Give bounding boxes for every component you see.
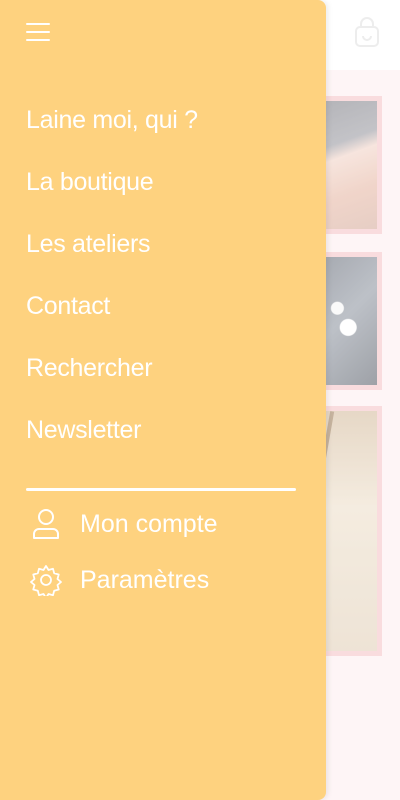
gear-icon — [30, 564, 62, 596]
nav-item-rechercher[interactable]: Rechercher — [26, 344, 306, 406]
nav-item-les-ateliers[interactable]: Les ateliers — [26, 220, 306, 282]
settings-link[interactable]: Paramètres — [30, 560, 209, 600]
nav-item-la-boutique[interactable]: La boutique — [26, 158, 306, 220]
hamburger-menu-icon[interactable] — [26, 21, 50, 43]
nav-item-contact[interactable]: Contact — [26, 282, 306, 344]
user-icon — [30, 508, 62, 540]
nav-item-newsletter[interactable]: Newsletter — [26, 406, 306, 468]
drawer-nav: Laine moi, qui ? La boutique Les atelier… — [26, 96, 306, 468]
nav-item-laine-moi-qui[interactable]: Laine moi, qui ? — [26, 96, 306, 158]
account-link[interactable]: Mon compte — [30, 504, 218, 544]
settings-label: Paramètres — [80, 565, 210, 594]
account-label: Mon compte — [80, 509, 218, 538]
navigation-drawer: Laine moi, qui ? La boutique Les atelier… — [0, 0, 326, 800]
drawer-divider — [26, 488, 296, 491]
